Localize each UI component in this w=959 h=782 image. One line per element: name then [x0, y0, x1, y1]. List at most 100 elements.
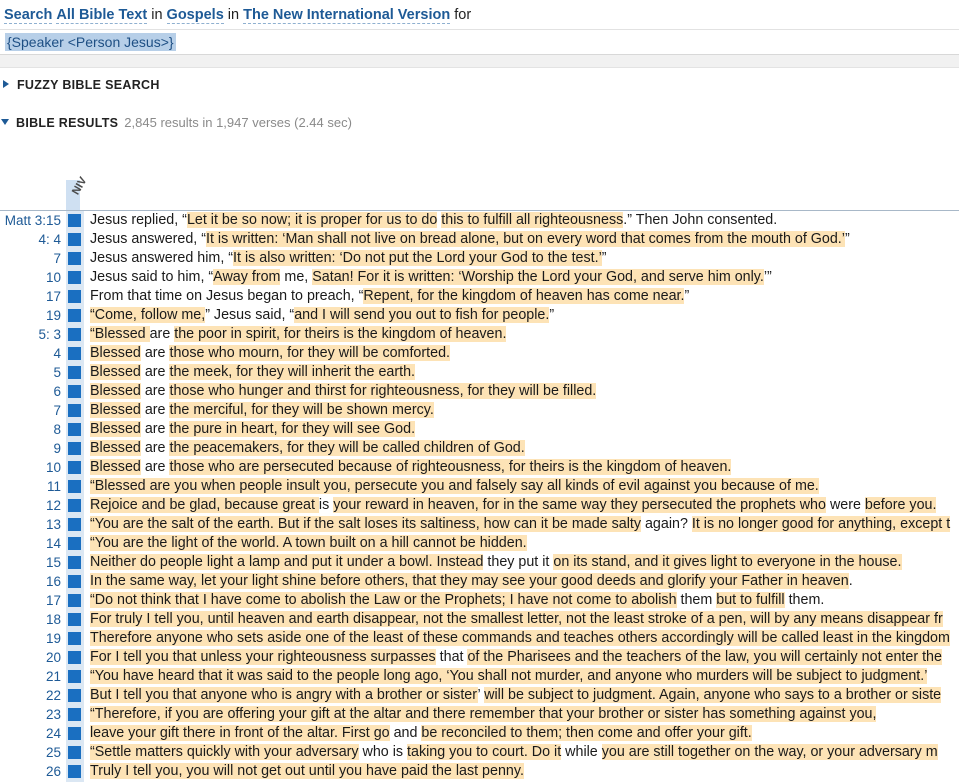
verse-reference-link[interactable]: 21 — [0, 667, 61, 686]
result-row[interactable]: 17 “Do not think that I have come to abol… — [0, 591, 959, 610]
verse-reference-link[interactable]: 25 — [0, 743, 61, 762]
result-row[interactable]: 11 “Blessed are you when people insult yo… — [0, 477, 959, 496]
verse-marker-icon[interactable] — [68, 575, 81, 588]
verse-reference-link[interactable]: 15 — [0, 553, 61, 572]
verse-reference-link[interactable]: 22 — [0, 686, 61, 705]
verse-marker-icon[interactable] — [68, 233, 81, 246]
verse-reference-link[interactable]: 7 — [0, 401, 61, 420]
bible-version-dropdown[interactable]: The New International Version — [243, 7, 451, 24]
result-row[interactable]: 6 Blessed are those who hunger and thirst… — [0, 382, 959, 401]
result-row[interactable]: 14 “You are the light of the world. A tow… — [0, 534, 959, 553]
result-row[interactable]: 20 For I tell you that unless your righte… — [0, 648, 959, 667]
verse-marker-icon[interactable] — [68, 613, 81, 626]
search-scope-dropdown[interactable]: All Bible Text — [56, 7, 148, 24]
verse-reference-link[interactable]: 10 — [0, 268, 61, 287]
verse-reference-link[interactable]: 14 — [0, 534, 61, 553]
verse-marker-icon[interactable] — [68, 461, 81, 474]
version-column-header[interactable]: NIV — [69, 175, 95, 208]
verse-marker-icon[interactable] — [68, 651, 81, 664]
verse-reference-link[interactable]: Matt 3:15 — [0, 211, 61, 230]
verse-marker-icon[interactable] — [68, 499, 81, 512]
verse-marker-icon[interactable] — [68, 214, 81, 227]
result-row[interactable]: 18 For truly I tell you, until heaven and… — [0, 610, 959, 629]
verse-reference-link[interactable]: 8 — [0, 420, 61, 439]
result-row[interactable]: 13 “You are the salt of the earth. But if… — [0, 515, 959, 534]
result-row[interactable]: 22 But I tell you that anyone who is angr… — [0, 686, 959, 705]
verse-marker-icon[interactable] — [68, 518, 81, 531]
verse-reference-link[interactable]: 17 — [0, 287, 61, 306]
result-row[interactable]: 4 Blessed are those who mourn, for they w… — [0, 344, 959, 363]
result-row[interactable]: 16 In the same way, let your light shine … — [0, 572, 959, 591]
verse-marker-icon[interactable] — [68, 537, 81, 550]
verse-marker-icon[interactable] — [68, 347, 81, 360]
verse-reference-link[interactable]: 5: 3 — [0, 325, 61, 344]
result-row[interactable]: Matt 3:15 Jesus replied, “Let it be so no… — [0, 211, 959, 230]
result-row[interactable]: 5 Blessed are the meek, for they will inh… — [0, 363, 959, 382]
verse-reference-link[interactable]: 12 — [0, 496, 61, 515]
verse-marker-icon[interactable] — [68, 442, 81, 455]
verse-reference-link[interactable]: 5 — [0, 363, 61, 382]
verse-reference-link[interactable]: 16 — [0, 572, 61, 591]
verse-marker-icon[interactable] — [68, 746, 81, 759]
result-row[interactable]: 19 Therefore anyone who sets aside one of… — [0, 629, 959, 648]
verse-marker-icon[interactable] — [68, 404, 81, 417]
result-row[interactable]: 26 Truly I tell you, you will not get out… — [0, 762, 959, 781]
verse-reference-link[interactable]: 18 — [0, 610, 61, 629]
verse-reference-link[interactable]: 17 — [0, 591, 61, 610]
result-row[interactable]: 9 Blessed are the peacemakers, for they w… — [0, 439, 959, 458]
result-row[interactable]: 25 “Settle matters quickly with your adve… — [0, 743, 959, 762]
result-row[interactable]: 21 “You have heard that it was said to th… — [0, 667, 959, 686]
verse-reference-link[interactable]: 19 — [0, 629, 61, 648]
verse-marker-icon[interactable] — [68, 670, 81, 683]
result-row[interactable]: 17 From that time on Jesus began to preac… — [0, 287, 959, 306]
verse-reference-link[interactable]: 4: 4 — [0, 230, 61, 249]
verse-marker-icon[interactable] — [68, 252, 81, 265]
verse-text-segment: ” — [684, 288, 690, 304]
result-row[interactable]: 12 Rejoice and be glad, because great is … — [0, 496, 959, 515]
result-row[interactable]: 10 Blessed are those who are persecuted b… — [0, 458, 959, 477]
verse-marker-icon[interactable] — [68, 309, 81, 322]
verse-reference-link[interactable]: 6 — [0, 382, 61, 401]
result-row[interactable]: 7 Blessed are the merciful, for they will… — [0, 401, 959, 420]
result-row[interactable]: 15 Neither do people light a lamp and put… — [0, 553, 959, 572]
result-row[interactable]: 19 “Come, follow me,” Jesus said, “and I … — [0, 306, 959, 325]
verse-reference-link[interactable]: 10 — [0, 458, 61, 477]
verse-reference-link[interactable]: 20 — [0, 648, 61, 667]
verse-marker-icon[interactable] — [68, 423, 81, 436]
verse-marker-icon[interactable] — [68, 708, 81, 721]
verse-marker-icon[interactable] — [68, 765, 81, 778]
result-row[interactable]: 10 Jesus said to him, “Away from me, Sata… — [0, 268, 959, 287]
verse-reference-link[interactable]: 23 — [0, 705, 61, 724]
verse-text-segment: . — [848, 573, 853, 589]
verse-marker-icon[interactable] — [68, 689, 81, 702]
search-query-input[interactable]: {Speaker <Person Jesus>} — [5, 33, 176, 51]
verse-reference-link[interactable]: 19 — [0, 306, 61, 325]
result-row[interactable]: 4: 4 Jesus answered, “It is written: ‘Man… — [0, 230, 959, 249]
result-row[interactable]: 7 Jesus answered him, “It is also written… — [0, 249, 959, 268]
verse-reference-link[interactable]: 26 — [0, 762, 61, 781]
fuzzy-search-section-header[interactable]: FUZZY BIBLE SEARCH — [0, 78, 160, 98]
verse-marker-icon[interactable] — [68, 556, 81, 569]
result-row[interactable]: 24 leave your gift there in front of the … — [0, 724, 959, 743]
result-row[interactable]: 23 “Therefore, if you are offering your g… — [0, 705, 959, 724]
verse-reference-link[interactable]: 4 — [0, 344, 61, 363]
verse-marker-icon[interactable] — [68, 632, 81, 645]
verse-marker-icon[interactable] — [68, 480, 81, 493]
verse-reference-link[interactable]: 9 — [0, 439, 61, 458]
verse-marker-icon[interactable] — [68, 385, 81, 398]
verse-marker-icon[interactable] — [68, 594, 81, 607]
verse-marker-icon[interactable] — [68, 727, 81, 740]
verse-reference-link[interactable]: 24 — [0, 724, 61, 743]
verse-reference-link[interactable]: 11 — [0, 477, 61, 496]
verse-marker-icon[interactable] — [68, 290, 81, 303]
search-type-dropdown[interactable]: Search — [4, 7, 53, 24]
verse-marker-icon[interactable] — [68, 328, 81, 341]
result-row[interactable]: 5: 3 “Blessed are the poor in spirit, for… — [0, 325, 959, 344]
verse-marker-icon[interactable] — [68, 366, 81, 379]
verse-reference-link[interactable]: 13 — [0, 515, 61, 534]
result-row[interactable]: 8 Blessed are the pure in heart, for they… — [0, 420, 959, 439]
verse-reference-link[interactable]: 7 — [0, 249, 61, 268]
bible-results-section-header[interactable]: BIBLE RESULTS 2,845 results in 1,947 vers… — [0, 115, 352, 135]
search-range-dropdown[interactable]: Gospels — [166, 7, 224, 24]
verse-marker-icon[interactable] — [68, 271, 81, 284]
